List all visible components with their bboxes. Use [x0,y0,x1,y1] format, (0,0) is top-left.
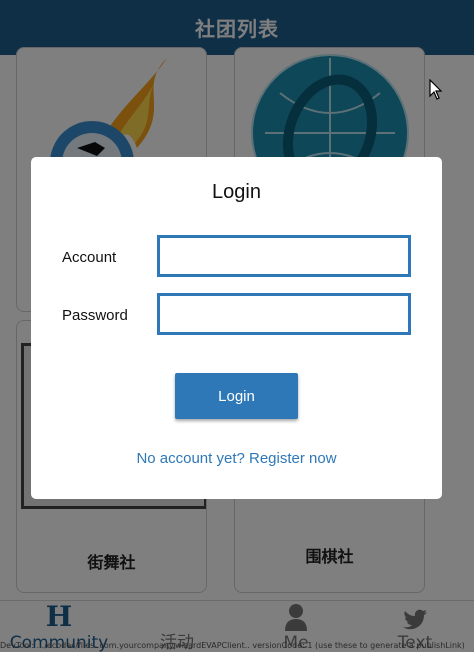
register-link[interactable]: No account yet? Register now [31,450,442,467]
login-dialog: Login Account Password Login No account … [31,157,442,499]
password-input[interactable] [157,293,411,335]
password-label: Password [62,307,128,324]
account-input[interactable] [157,235,411,277]
mouse-cursor-icon [429,79,443,100]
login-button[interactable]: Login [175,373,298,419]
account-label: Account [62,249,117,266]
dialog-title: Login [212,181,261,203]
